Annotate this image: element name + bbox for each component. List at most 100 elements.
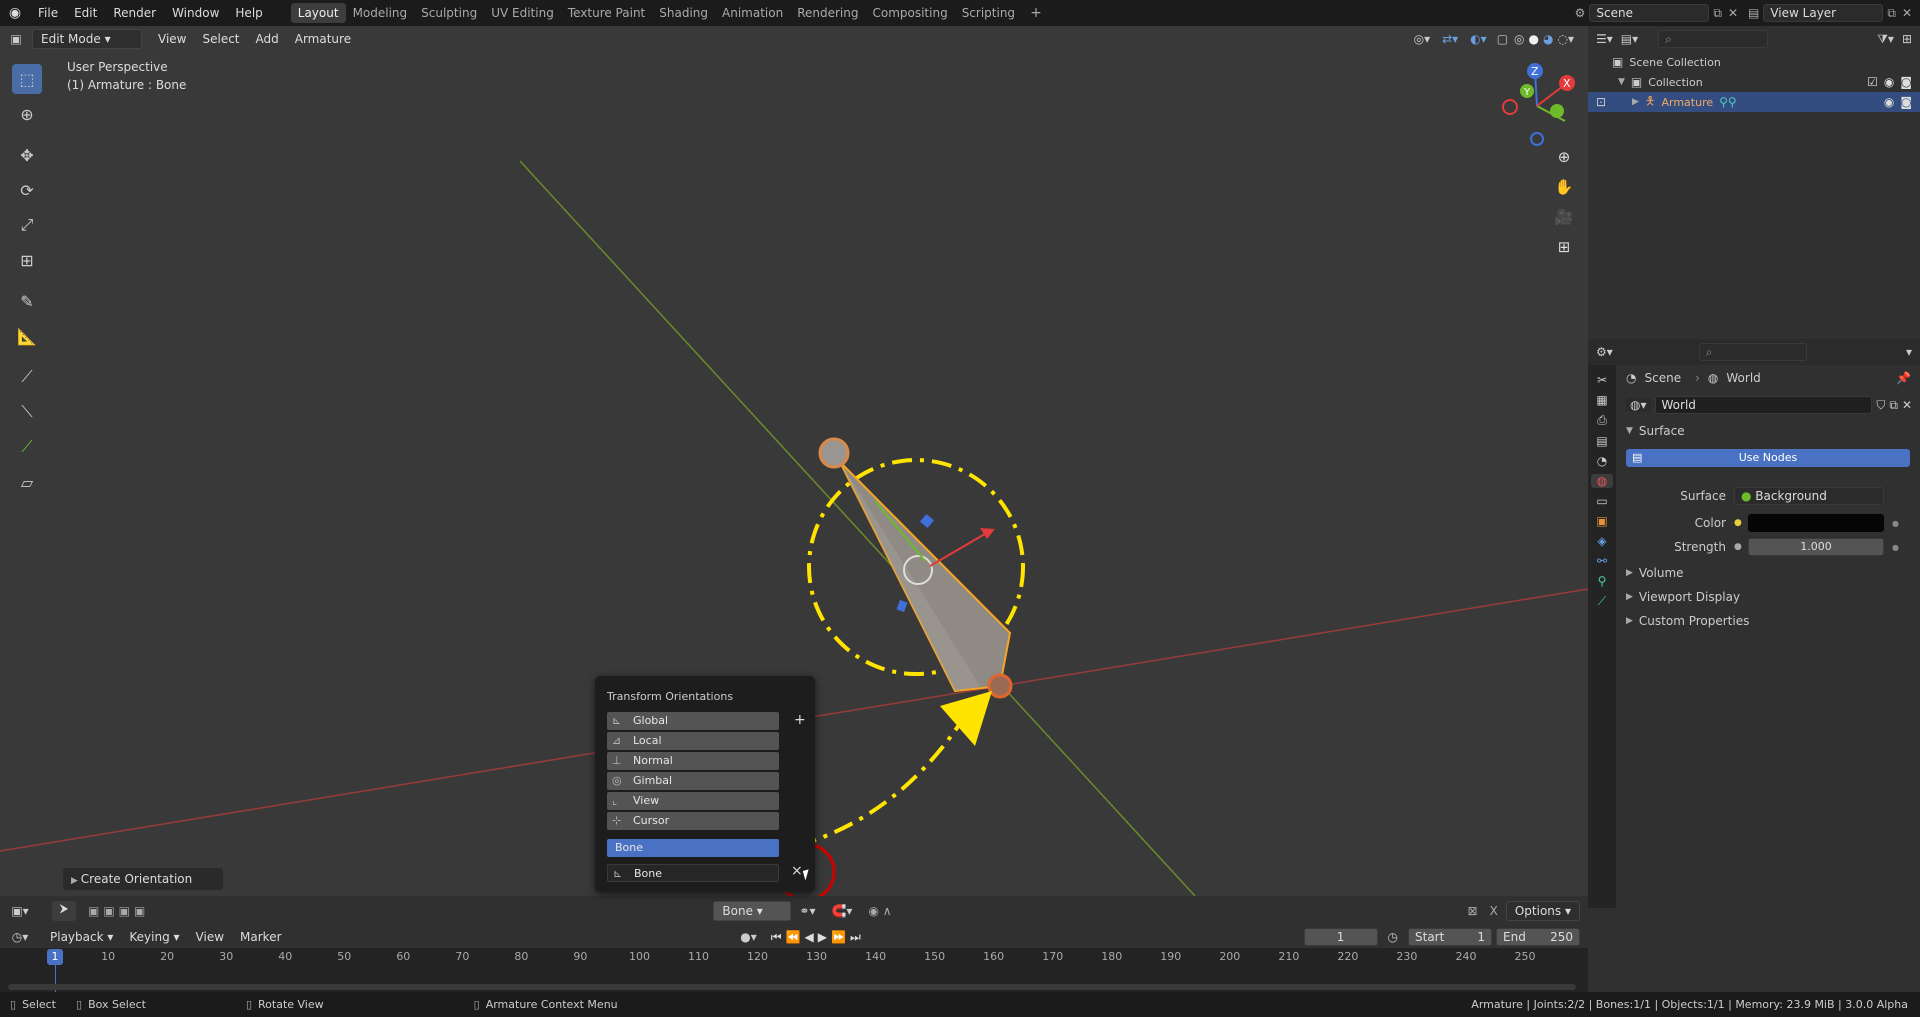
overlay-toggle-icon[interactable]: ◐▾ bbox=[1464, 32, 1493, 46]
pivot-icon[interactable]: ⚭▾ bbox=[791, 904, 823, 918]
unlink-world-icon[interactable]: ✕ bbox=[1902, 398, 1912, 412]
menu-view[interactable]: View bbox=[150, 28, 194, 50]
new-collection-icon[interactable]: ⊞ bbox=[1902, 32, 1912, 46]
surface-shader-field[interactable]: ● Background bbox=[1734, 487, 1884, 505]
tab-rendering[interactable]: Rendering bbox=[790, 3, 865, 23]
visibility-icon[interactable]: ◎▾ bbox=[1408, 32, 1437, 46]
measure-tool-icon[interactable]: 📐 bbox=[12, 321, 42, 351]
proportional-icon[interactable]: ◉ ∧ bbox=[860, 904, 899, 918]
bone-roll-tool-icon[interactable]: ⟋ bbox=[12, 432, 42, 462]
menu-file[interactable]: File bbox=[30, 0, 66, 26]
modifier-tab-icon[interactable]: ◈ bbox=[1597, 534, 1606, 548]
tab-sculpting[interactable]: Sculpting bbox=[414, 3, 484, 23]
tab-shading[interactable]: Shading bbox=[652, 3, 715, 23]
select-mode-icons[interactable]: ▣▣▣▣ bbox=[88, 904, 149, 918]
bone-tab-icon[interactable]: ⟋ bbox=[1598, 594, 1606, 609]
mode-dropdown[interactable]: Edit Mode ▾ bbox=[32, 29, 142, 49]
menu-window[interactable]: Window bbox=[164, 0, 227, 26]
strength-field[interactable]: 1.000 bbox=[1748, 538, 1884, 556]
world-browse-icon[interactable]: ◍▾ bbox=[1626, 398, 1651, 412]
next-keyframe-icon[interactable]: ⏩ bbox=[831, 930, 846, 944]
constraint-tab-icon[interactable]: ⚯ bbox=[1597, 554, 1607, 568]
current-frame-field[interactable]: 1 bbox=[1303, 928, 1378, 946]
menu-help[interactable]: Help bbox=[227, 0, 270, 26]
timeline-scrollbar[interactable] bbox=[8, 984, 1576, 990]
redo-panel[interactable]: ▶ Create Orientation bbox=[63, 868, 223, 890]
editor-type-icon[interactable]: ▣ bbox=[0, 32, 32, 46]
custom-properties-panel-header[interactable]: ▶ Custom Properties bbox=[1626, 610, 1749, 632]
scale-tool-icon[interactable]: ⤢ bbox=[12, 210, 42, 240]
prev-keyframe-icon[interactable]: ⏪ bbox=[786, 930, 801, 944]
pin-icon[interactable]: 📌 bbox=[1896, 371, 1911, 385]
collection-tab-icon[interactable]: ▭ bbox=[1596, 494, 1607, 508]
record-icon[interactable]: ●▾ bbox=[730, 930, 767, 944]
camera-icon[interactable]: 🎥 bbox=[1551, 204, 1577, 230]
extrude-tool-icon[interactable]: ⟋ bbox=[12, 362, 42, 392]
menu-armature[interactable]: Armature bbox=[287, 28, 359, 50]
orientation-global[interactable]: ⊾ Global bbox=[607, 712, 779, 730]
properties-search-input[interactable]: ⌕ bbox=[1698, 343, 1807, 361]
remove-view-layer-icon[interactable]: ✕ bbox=[1900, 6, 1920, 20]
new-scene-icon[interactable]: ⧉ bbox=[1709, 6, 1726, 21]
expand-arrow-icon[interactable]: ▶ bbox=[1632, 97, 1639, 107]
shading-wireframe-icon[interactable]: ◎ bbox=[1512, 32, 1526, 46]
xray-icon[interactable]: ▢ bbox=[1493, 32, 1512, 46]
preview-range-icon[interactable]: ◷ bbox=[1382, 930, 1404, 944]
jump-end-icon[interactable]: ⏭ bbox=[850, 930, 861, 945]
use-nodes-button[interactable]: ▤ Use Nodes bbox=[1626, 449, 1910, 467]
tab-uv-editing[interactable]: UV Editing bbox=[484, 3, 561, 23]
outliner-row-scene-collection[interactable]: ▣ Scene Collection bbox=[1588, 52, 1920, 72]
filter-icon[interactable]: ⧩▾ bbox=[1877, 32, 1894, 47]
view-layer-tab-icon[interactable]: ▤ bbox=[1596, 434, 1607, 448]
jump-start-icon[interactable]: ⏮ bbox=[771, 930, 782, 945]
frame-ruler[interactable]: 10 20 30 40 50 60 70 80 90 100 110 120 130 140 150 160 1… bbox=[0, 948, 1588, 966]
duplicate-world-icon[interactable]: ⧉ bbox=[1889, 398, 1898, 413]
visibility-eye-icon[interactable]: ◉ bbox=[1884, 95, 1894, 109]
tab-layout[interactable]: Layout bbox=[290, 3, 346, 23]
end-frame-field[interactable]: End 250 bbox=[1496, 928, 1580, 946]
scene-tab-icon[interactable]: ◔ bbox=[1597, 454, 1607, 468]
outliner-row-collection[interactable]: ▼ ▣ Collection ☑ ◉ ◙ bbox=[1588, 72, 1920, 92]
orientation-dropdown[interactable]: Bone ▾ bbox=[713, 901, 792, 921]
transform-tool-icon[interactable]: ⊞ bbox=[12, 245, 42, 275]
select-box-tool-icon[interactable]: ⬚ bbox=[12, 64, 42, 94]
tab-texture-paint[interactable]: Texture Paint bbox=[561, 3, 652, 23]
new-view-layer-icon[interactable]: ⧉ bbox=[1883, 6, 1900, 21]
snap-icon[interactable]: 🧲▾ bbox=[823, 904, 860, 918]
rotate-tool-icon[interactable]: ⟳ bbox=[12, 175, 42, 205]
menu-edit[interactable]: Edit bbox=[66, 0, 105, 26]
timeline-area[interactable]: 10 20 30 40 50 60 70 80 90 100 110 120 130 140 150 160 1… bbox=[0, 948, 1588, 992]
orientation-view[interactable]: ⌞ View bbox=[607, 792, 779, 810]
outliner-editor-icon[interactable]: ☰▾ bbox=[1596, 32, 1613, 46]
xray-toggle-icon[interactable]: ⊠ bbox=[1464, 904, 1482, 918]
pan-hand-icon[interactable]: ✋ bbox=[1551, 174, 1577, 200]
shading-material-icon[interactable]: ◕ bbox=[1541, 32, 1555, 46]
color-swatch[interactable] bbox=[1748, 514, 1884, 532]
volume-panel-header[interactable]: ▶ Volume bbox=[1626, 562, 1684, 584]
menu-render[interactable]: Render bbox=[105, 0, 164, 26]
data-tab-icon[interactable]: ⚲ bbox=[1598, 574, 1607, 588]
tab-scripting[interactable]: Scripting bbox=[955, 3, 1022, 23]
play-reverse-icon[interactable]: ◀ bbox=[805, 930, 814, 944]
animate-dot-icon[interactable]: ● bbox=[1892, 519, 1899, 528]
grid-perspective-icon[interactable]: ⊞ bbox=[1551, 234, 1577, 260]
gizmo-toggle-icon[interactable]: ⇄▾ bbox=[1436, 32, 1464, 46]
output-tab-icon[interactable]: ⎙ bbox=[1597, 413, 1607, 428]
blender-logo-icon[interactable]: ◉ bbox=[0, 5, 30, 21]
orientation-bone-selected[interactable]: Bone bbox=[607, 839, 779, 857]
world-tab-icon[interactable]: ◍ bbox=[1591, 474, 1613, 488]
shading-rendered-icon[interactable]: ◌▾ bbox=[1556, 32, 1577, 46]
menu-add[interactable]: Add bbox=[248, 28, 287, 50]
cursor-tool-icon[interactable]: ⊕ bbox=[12, 99, 42, 129]
view-layer-icon[interactable]: ▤ bbox=[1744, 6, 1763, 20]
tab-animation[interactable]: Animation bbox=[715, 3, 790, 23]
world-name-field[interactable]: World bbox=[1654, 396, 1873, 414]
start-frame-field[interactable]: Start 1 bbox=[1408, 928, 1492, 946]
bone-size-tool-icon[interactable]: ⟍ bbox=[12, 397, 42, 427]
bone-envelope-tool-icon[interactable]: ▱ bbox=[12, 467, 42, 497]
editor-type-icon-2[interactable]: ▣▾ bbox=[0, 904, 40, 918]
timeline-editor-icon[interactable]: ◷▾ bbox=[0, 930, 40, 944]
tool-tab-icon[interactable]: ✂ bbox=[1597, 373, 1607, 387]
fake-user-shield-icon[interactable]: ⛉ bbox=[1876, 398, 1885, 413]
properties-editor-icon[interactable]: ⚙▾ bbox=[1596, 345, 1613, 359]
